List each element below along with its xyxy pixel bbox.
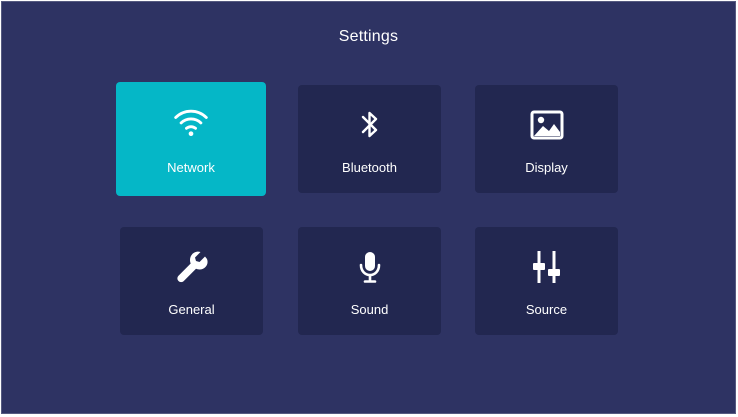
tile-bluetooth[interactable]: Bluetooth	[298, 85, 441, 193]
tile-network-label: Network	[167, 160, 215, 175]
tile-general-label: General	[168, 302, 215, 317]
tile-source[interactable]: Source	[475, 227, 618, 335]
image-icon	[529, 107, 565, 143]
tile-source-label: Source	[525, 302, 568, 317]
tile-bluetooth-label: Bluetooth	[342, 160, 397, 175]
tile-network[interactable]: Network	[116, 82, 266, 196]
settings-screen: Settings Network Bluetooth Display Gener…	[1, 1, 736, 414]
tile-sound-label: Sound	[350, 302, 389, 317]
tile-display-label: Display	[525, 160, 568, 175]
page-title: Settings	[338, 28, 399, 45]
tile-general[interactable]: General	[120, 227, 263, 335]
wifi-icon	[173, 104, 209, 140]
wrench-icon	[174, 249, 210, 285]
tile-display[interactable]: Display	[475, 85, 618, 193]
sliders-icon	[529, 249, 565, 285]
bluetooth-icon	[352, 107, 388, 143]
microphone-icon	[352, 249, 388, 285]
tile-sound[interactable]: Sound	[298, 227, 441, 335]
